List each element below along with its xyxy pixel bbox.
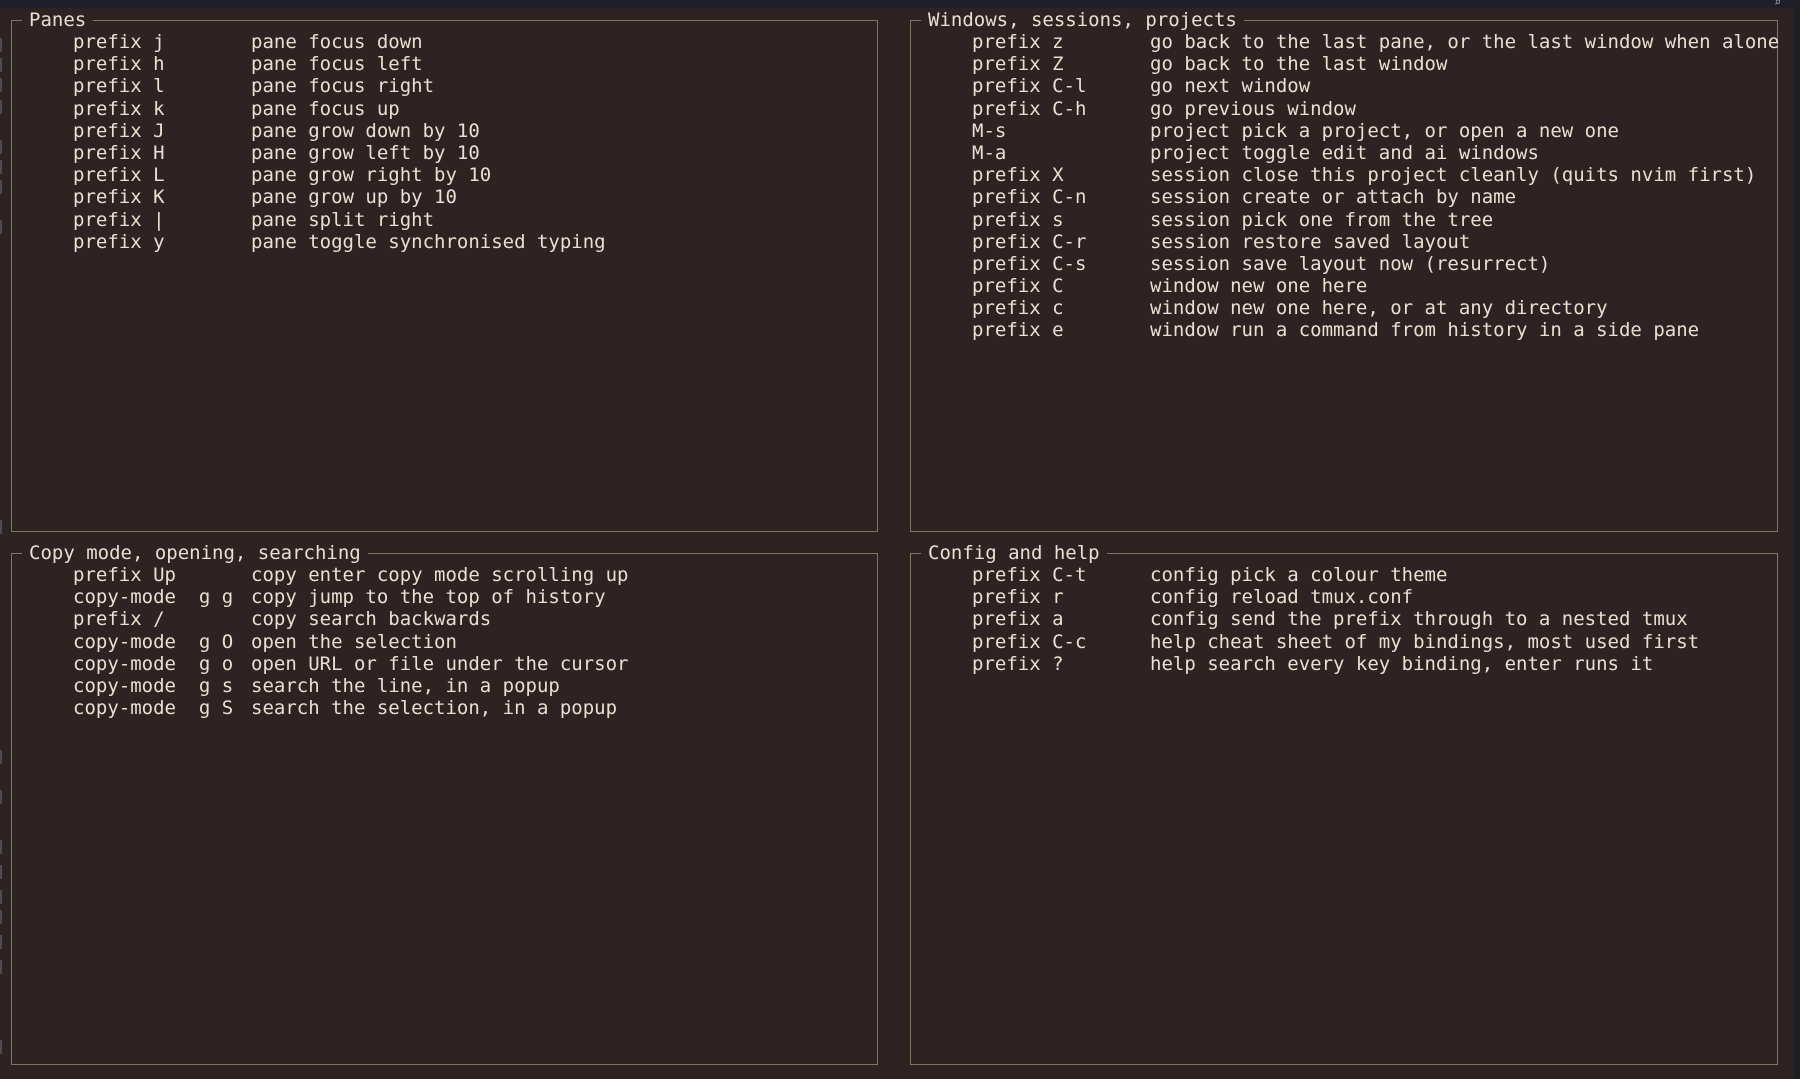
binding-key: prefix X xyxy=(972,164,1064,187)
binding-key: prefix k xyxy=(73,97,165,120)
binding-key: prefix C-c xyxy=(972,630,1087,653)
binding-description: pane grow right by 10 xyxy=(251,164,492,187)
binding-description: config reload tmux.conf xyxy=(1150,586,1414,609)
binding-key: prefix ? xyxy=(972,652,1064,675)
binding-key: M-s xyxy=(972,119,1007,142)
binding-description: window run a command from history in a s… xyxy=(1150,319,1700,342)
binding-key: copy-mode g S xyxy=(73,697,234,720)
binding-description: open the selection xyxy=(251,630,457,653)
binding-description: search the line, in a popup xyxy=(251,674,560,697)
panel-windows-sessions-projects: Windows, sessions, projects prefix z go b… xyxy=(910,9,1780,532)
binding-key: prefix s xyxy=(972,208,1064,231)
binding-key: copy-mode g O xyxy=(73,630,234,653)
search-icon[interactable]: ⌕ xyxy=(1774,0,1786,8)
panel-title: Panes xyxy=(22,9,94,31)
panel-config-and-help: Config and help prefix C-t config pick a … xyxy=(910,542,1778,1065)
binding-key: prefix | xyxy=(73,208,165,231)
binding-key: prefix Up xyxy=(73,564,176,586)
panel-title: Windows, sessions, projects xyxy=(921,9,1244,31)
binding-description: open URL or file under the cursor xyxy=(251,652,629,675)
binding-description: pane focus down xyxy=(251,31,423,53)
binding-key: prefix l xyxy=(73,75,165,98)
binding-description: help cheat sheet of my bindings, most us… xyxy=(1150,630,1700,653)
binding-key: prefix C-n xyxy=(972,186,1087,209)
panel-title: Copy mode, opening, searching xyxy=(22,542,368,564)
binding-key: copy-mode g g xyxy=(73,586,234,609)
binding-key: prefix j xyxy=(73,31,165,53)
binding-key: prefix h xyxy=(73,53,165,76)
binding-description: config pick a colour theme xyxy=(1150,564,1448,586)
panel-panes: Panes prefix j pane focus down prefix h pan… xyxy=(11,9,878,532)
binding-description: session restore saved layout xyxy=(1150,230,1471,253)
binding-key: prefix y xyxy=(73,230,165,253)
binding-description: search the selection, in a popup xyxy=(251,697,618,720)
terminal-top-bar: ⌕ xyxy=(0,0,1800,8)
binding-description: pane grow down by 10 xyxy=(251,119,480,142)
binding-description: pane toggle synchronised typing xyxy=(251,230,606,253)
binding-description: go back to the last pane, or the last wi… xyxy=(1150,31,1780,53)
binding-key: prefix J xyxy=(73,119,165,142)
panel-copy-mode: Copy mode, opening, searching prefix Up c… xyxy=(11,542,878,1065)
binding-key: copy-mode g o xyxy=(73,652,234,675)
binding-key: prefix K xyxy=(73,186,165,209)
binding-description: copy jump to the top of history xyxy=(251,586,606,609)
binding-key: prefix z xyxy=(972,31,1064,53)
binding-description: session close this project cleanly (quit… xyxy=(1150,164,1757,187)
binding-description: session create or attach by name xyxy=(1150,186,1517,209)
panel-title: Config and help xyxy=(921,542,1107,564)
binding-description: window new one here, or at any directory xyxy=(1150,297,1608,320)
binding-key: prefix L xyxy=(73,164,165,187)
binding-key: prefix C-r xyxy=(972,230,1087,253)
binding-key: prefix a xyxy=(972,608,1064,631)
binding-description: pane grow left by 10 xyxy=(251,141,480,164)
binding-description: copy enter copy mode scrolling up xyxy=(251,564,629,586)
binding-key: prefix / xyxy=(73,608,165,631)
binding-key: copy-mode g s xyxy=(73,674,234,697)
binding-description: go back to the last window xyxy=(1150,53,1448,76)
binding-key: prefix C xyxy=(972,275,1064,298)
binding-description: window new one here xyxy=(1150,275,1368,298)
binding-description: pane split right xyxy=(251,208,435,231)
binding-description: go next window xyxy=(1150,75,1311,98)
binding-key: prefix C-h xyxy=(972,97,1087,120)
binding-description: pane focus right xyxy=(251,75,435,98)
binding-description: copy search backwards xyxy=(251,608,492,631)
binding-key: prefix C-s xyxy=(972,252,1087,275)
binding-description: project pick a project, or open a new on… xyxy=(1150,119,1619,142)
binding-key: M-a xyxy=(972,141,1007,164)
binding-key: prefix Z xyxy=(972,53,1064,76)
binding-description: pane grow up by 10 xyxy=(251,186,457,209)
binding-key: prefix e xyxy=(972,319,1064,342)
binding-description: pane focus left xyxy=(251,53,423,76)
binding-key: prefix H xyxy=(73,141,165,164)
binding-key: prefix C-l xyxy=(972,75,1087,98)
binding-description: session pick one from the tree xyxy=(1150,208,1494,231)
right-gutter-fragment xyxy=(1794,0,1800,1079)
binding-key: prefix c xyxy=(972,297,1064,320)
binding-description: help search every key binding, enter run… xyxy=(1150,652,1654,675)
binding-description: go previous window xyxy=(1150,97,1356,120)
binding-key: prefix C-t xyxy=(972,564,1087,586)
binding-description: session save layout now (resurrect) xyxy=(1150,252,1551,275)
binding-description: project toggle edit and ai windows xyxy=(1150,141,1539,164)
binding-key: prefix r xyxy=(972,586,1064,609)
left-gutter-fragment xyxy=(0,0,9,1079)
binding-description: pane focus up xyxy=(251,97,400,120)
binding-description: config send the prefix through to a nest… xyxy=(1150,608,1688,631)
